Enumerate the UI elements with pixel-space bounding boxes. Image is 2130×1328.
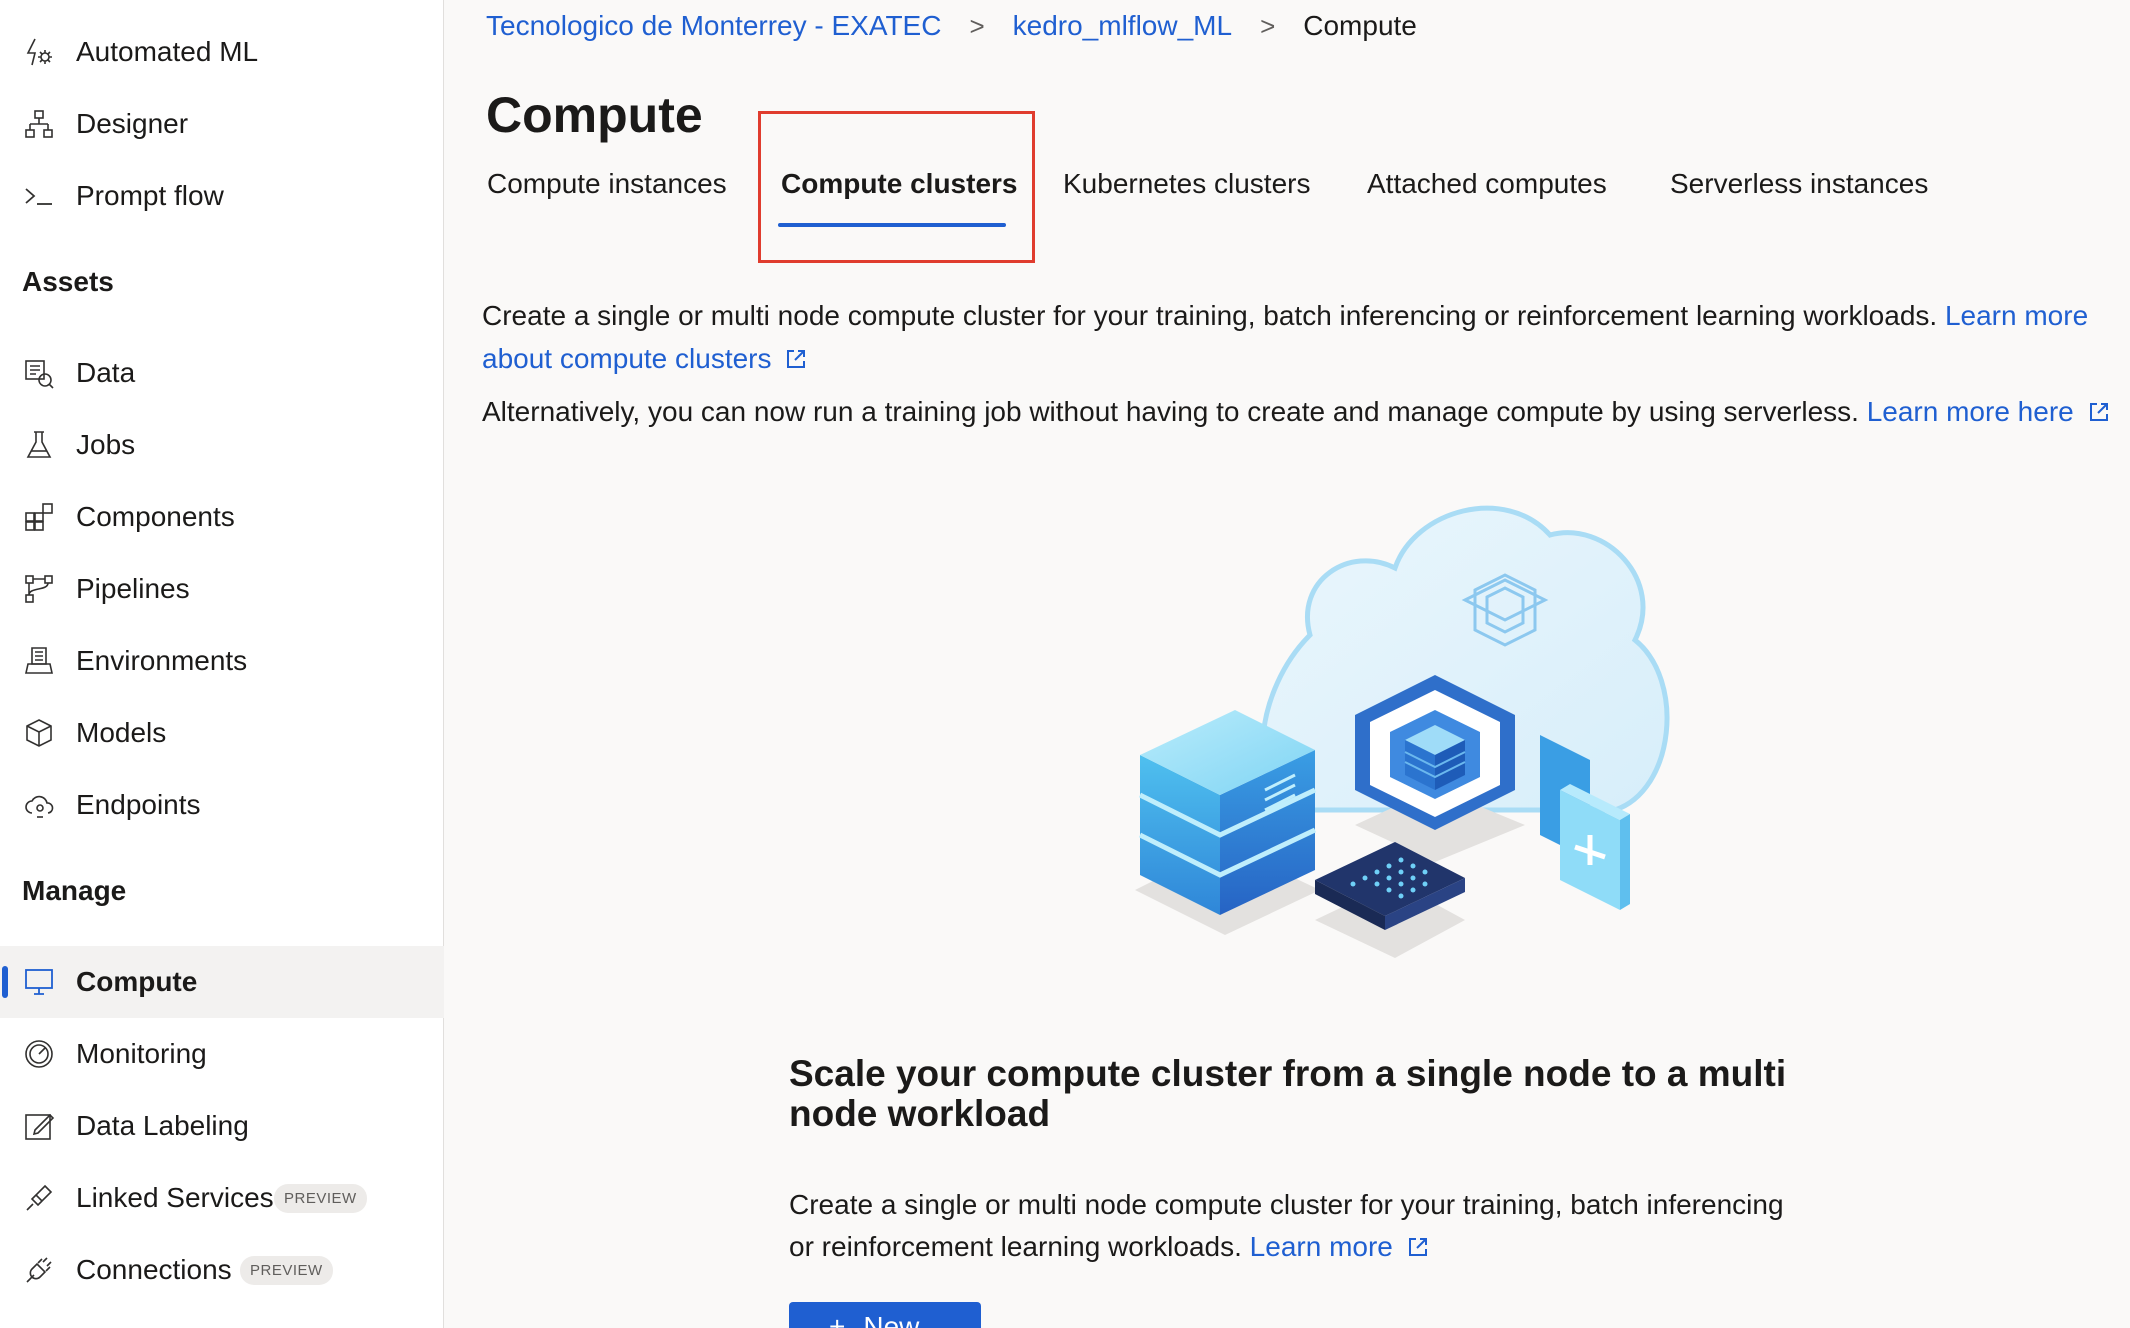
learn-more-link[interactable]: Learn more — [1945, 300, 2088, 331]
learn-more-here-link[interactable]: Learn more here — [1867, 396, 2074, 427]
models-cube-icon — [22, 716, 56, 750]
chevron-right-icon: > — [969, 10, 985, 41]
page-title: Compute — [486, 87, 703, 143]
nav-label: Linked Services — [76, 1182, 274, 1213]
external-link-icon — [1408, 1238, 1427, 1256]
new-compute-cluster-button[interactable]: + New — [789, 1302, 981, 1328]
left-navigation: Automated ML Designer Prompt flow Assets… — [0, 0, 444, 1328]
nav-label: Pipelines — [76, 573, 190, 604]
linked-services-icon — [22, 1181, 56, 1215]
breadcrumb-workspace[interactable]: kedro_mlflow_ML — [1013, 10, 1232, 42]
preview-badge: PREVIEW — [274, 1183, 367, 1213]
nav-item-models[interactable]: Models — [0, 697, 444, 769]
compute-cluster-illustration — [1135, 505, 1670, 958]
nav-label: Compute — [76, 966, 198, 997]
nav-item-pipelines[interactable]: Pipelines — [0, 553, 444, 625]
nav-item-data[interactable]: Data — [0, 337, 444, 409]
description-line-1: Create a single or multi node compute cl… — [482, 300, 2088, 332]
tab-serverless-instances[interactable]: Serverless instances — [1670, 168, 1928, 200]
nav-item-jobs[interactable]: Jobs — [0, 409, 444, 481]
nav-label: Jobs — [76, 429, 136, 460]
pipelines-icon — [22, 572, 56, 606]
nav-item-linked-services[interactable]: Linked Services PREVIEW — [0, 1162, 444, 1234]
compute-monitor-icon — [22, 965, 56, 999]
empty-state-title: Scale your compute cluster from a single… — [789, 1053, 1787, 1134]
nav-label: Designer — [76, 108, 189, 139]
nav-item-prompt-flow[interactable]: Prompt flow — [0, 160, 444, 232]
nav-label: Models — [76, 717, 167, 748]
connections-plug-icon — [22, 1253, 56, 1287]
alternative-line: Alternatively, you can now run a trainin… — [482, 396, 2110, 428]
nav-label: Prompt flow — [76, 180, 224, 211]
external-link-icon — [787, 350, 806, 368]
section-heading-assets: Assets — [22, 266, 114, 297]
external-link-icon — [2089, 403, 2108, 421]
app-root: Automated ML Designer Prompt flow Assets… — [0, 0, 2130, 1328]
nav-item-components[interactable]: Components — [0, 481, 444, 553]
breadcrumb: Tecnologico de Monterrey - EXATEC > kedr… — [486, 10, 1417, 42]
nav-item-connections[interactable]: Connections PREVIEW — [0, 1234, 444, 1306]
nav-item-data-labeling[interactable]: Data Labeling — [0, 1090, 444, 1162]
jobs-flask-icon — [22, 428, 56, 462]
active-indicator — [2, 966, 8, 998]
breadcrumb-workspace-group[interactable]: Tecnologico de Monterrey - EXATEC — [486, 10, 941, 42]
tab-kubernetes-clusters[interactable]: Kubernetes clusters — [1063, 168, 1310, 200]
nav-item-compute[interactable]: Compute — [0, 946, 444, 1018]
nav-item-monitoring[interactable]: Monitoring — [0, 1018, 444, 1090]
description-line-2: about compute clusters — [482, 343, 807, 375]
endpoints-cloud-icon — [22, 788, 56, 822]
nav-label: Data — [76, 357, 136, 388]
nav-label: Connections — [76, 1254, 232, 1285]
new-button-label: New — [863, 1311, 920, 1328]
empty-state-body: Create a single or multi node compute cl… — [789, 1184, 1809, 1268]
nav-item-automated-ml[interactable]: Automated ML — [0, 16, 444, 88]
nav-label: Data Labeling — [76, 1110, 249, 1141]
breadcrumb-current: Compute — [1303, 10, 1417, 41]
data-icon — [22, 356, 56, 390]
preview-badge: PREVIEW — [240, 1255, 333, 1285]
nav-label: Automated ML — [76, 36, 259, 67]
plus-icon: + — [829, 1311, 846, 1328]
automated-ml-icon — [22, 35, 56, 69]
nav-label: Monitoring — [76, 1038, 207, 1069]
highlight-annotation-box — [758, 111, 1035, 263]
prompt-flow-icon — [22, 179, 56, 213]
designer-icon — [22, 107, 56, 141]
nav-item-environments[interactable]: Environments — [0, 625, 444, 697]
tab-attached-computes[interactable]: Attached computes — [1367, 168, 1607, 200]
environments-icon — [22, 644, 56, 678]
section-heading-manage: Manage — [22, 875, 127, 906]
monitoring-gauge-icon — [22, 1037, 56, 1071]
description-text: Create a single or multi node compute cl… — [482, 300, 1938, 331]
nav-item-endpoints[interactable]: Endpoints — [0, 769, 444, 841]
alternative-text: Alternatively, you can now run a trainin… — [482, 396, 1859, 427]
nav-label: Components — [76, 501, 235, 532]
main-content: Tecnologico de Monterrey - EXATEC > kedr… — [445, 0, 2130, 1328]
about-compute-clusters-link[interactable]: about compute clusters — [482, 343, 772, 374]
nav-label: Environments — [76, 645, 248, 676]
nav-label: Endpoints — [76, 789, 201, 820]
chevron-right-icon: > — [1260, 10, 1276, 41]
empty-state-learn-more-link[interactable]: Learn more — [1250, 1231, 1393, 1262]
nav-item-designer[interactable]: Designer — [0, 88, 444, 160]
data-labeling-icon — [22, 1109, 56, 1143]
tab-compute-instances[interactable]: Compute instances — [487, 168, 727, 200]
components-icon — [22, 500, 56, 534]
